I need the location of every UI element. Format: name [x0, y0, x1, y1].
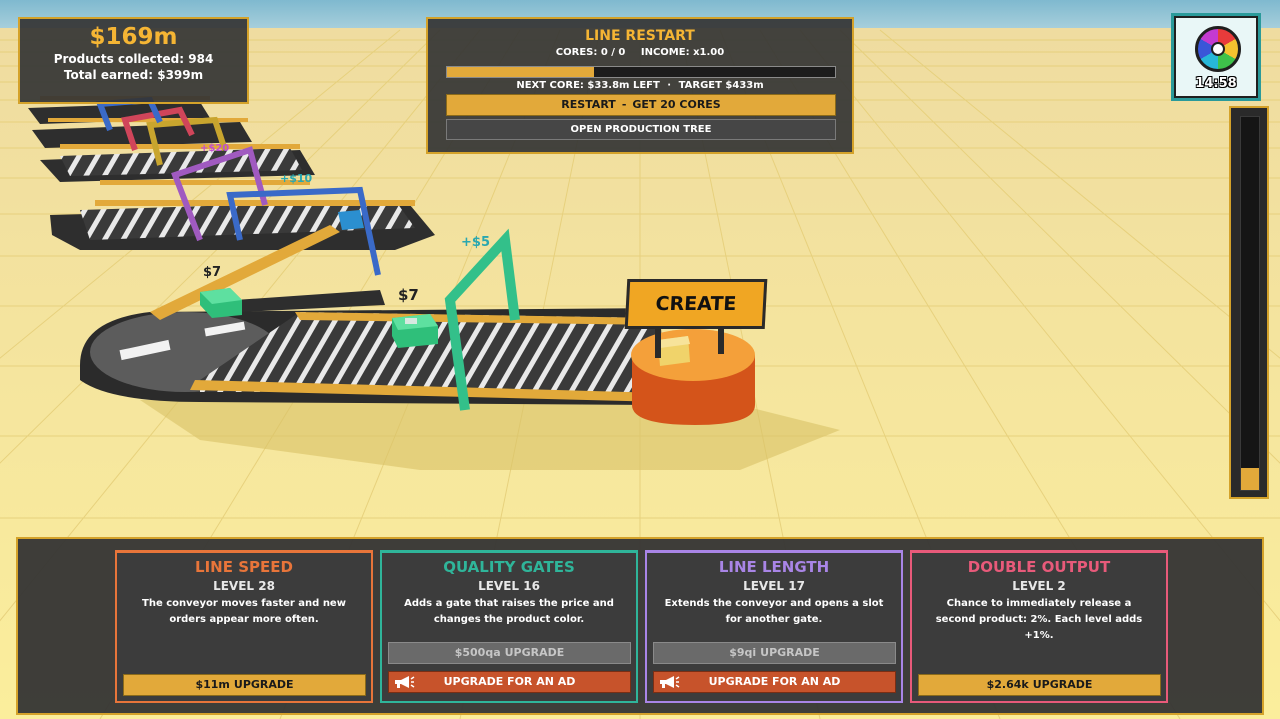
line-restart-panel: LINE RESTART CORES: 0 / 0 INCOME: x1.00 …	[426, 17, 854, 154]
upgrade-level: LEVEL 28	[213, 579, 275, 593]
upgrade-name: LINE SPEED	[195, 558, 293, 576]
restart-button-dash: -	[621, 98, 627, 111]
upgrade-price: $500qa	[454, 646, 501, 659]
upgrade-name: QUALITY GATES	[443, 558, 575, 576]
upgrade-description: Extends the conveyor and opens a slot fo…	[664, 598, 884, 625]
upgrade-price: $11m	[195, 678, 230, 691]
cores-count: CORES: 0 / 0	[555, 47, 626, 58]
next-core-info: NEXT CORE: $33.8m LEFT · TARGET $433m	[428, 80, 852, 91]
upgrade-card-line-speed: LINE SPEED LEVEL 28 The conveyor moves f…	[115, 550, 373, 703]
megaphone-icon	[395, 676, 415, 688]
upgrade-card-line-length: LINE LENGTH LEVEL 17 Extends the conveyo…	[645, 550, 903, 703]
income-multiplier: INCOME: x1.00	[640, 47, 725, 58]
price-label: +$20	[200, 143, 229, 154]
side-progress-bar	[1229, 106, 1269, 499]
restart-title: LINE RESTART	[585, 28, 695, 44]
products-collected: Products collected: 984	[53, 52, 214, 66]
upgrade-price: $2.64k	[986, 678, 1029, 691]
upgrade-label: UPGRADE	[233, 678, 294, 691]
upgrade-level: LEVEL 17	[743, 579, 805, 593]
wheel-hub	[1211, 42, 1225, 56]
side-progress-track	[1240, 116, 1260, 491]
upgrade-label: UPGRADE	[1032, 678, 1093, 691]
upgrade-card-double-output: DOUBLE OUTPUT LEVEL 2 Chance to immediat…	[910, 550, 1168, 703]
upgrade-level: LEVEL 2	[1012, 579, 1066, 593]
ad-button-label: UPGRADE FOR AN AD	[443, 675, 576, 688]
upgrade-description: Chance to immediately release a second p…	[935, 598, 1143, 641]
upgrade-level: LEVEL 16	[478, 579, 540, 593]
creator-base	[631, 326, 755, 425]
upgrade-label: UPGRADE	[760, 646, 820, 659]
color-wheel-icon	[1195, 26, 1241, 72]
quality-gates-ad-button[interactable]: UPGRADE FOR AN AD	[388, 671, 631, 693]
timer-badge[interactable]: 14:58	[1171, 13, 1261, 101]
upgrade-label: UPGRADE	[504, 646, 565, 659]
restart-progress-bar	[446, 66, 836, 78]
price-label: $7	[398, 286, 419, 304]
upgrade-price: $9qi	[729, 646, 757, 659]
upgrade-description: The conveyor moves faster and new orders…	[142, 598, 346, 625]
timer-text: 14:58	[1195, 76, 1237, 91]
target-text: TARGET $433m	[678, 80, 764, 91]
line-speed-upgrade-button[interactable]: $11m UPGRADE	[123, 674, 366, 696]
upgrade-card-quality-gates: QUALITY GATES LEVEL 16 Adds a gate that …	[380, 550, 638, 703]
next-core-text: NEXT CORE: $33.8m LEFT	[516, 80, 660, 91]
restart-button[interactable]: RESTART - GET 20 CORES	[446, 94, 836, 116]
create-sign[interactable]: CREATE	[624, 279, 768, 329]
info-separator: ·	[667, 80, 672, 91]
restart-button-label: RESTART	[561, 98, 616, 111]
stats-panel: $169m Products collected: 984 Total earn…	[18, 17, 249, 104]
total-earned: Total earned: $399m	[63, 68, 204, 82]
production-tree-button[interactable]: OPEN PRODUCTION TREE	[446, 119, 836, 140]
upgrade-name: DOUBLE OUTPUT	[967, 558, 1111, 576]
ad-button-label: UPGRADE FOR AN AD	[708, 675, 841, 688]
restart-progress-fill	[447, 67, 595, 77]
double-output-upgrade-button[interactable]: $2.64k UPGRADE	[918, 674, 1161, 696]
megaphone-icon	[660, 676, 680, 688]
money-display: $169m	[89, 24, 178, 50]
quality-gates-upgrade-button[interactable]: $500qa UPGRADE	[388, 642, 631, 664]
upgrade-name: LINE LENGTH	[718, 558, 830, 576]
price-label: +$5	[461, 235, 490, 250]
cores-info: CORES: 0 / 0 INCOME: x1.00	[428, 47, 852, 58]
upgrade-description: Adds a gate that raises the price and ch…	[404, 598, 614, 625]
line-length-ad-button[interactable]: UPGRADE FOR AN AD	[653, 671, 896, 693]
upgrades-panel: LINE SPEED LEVEL 28 The conveyor moves f…	[16, 537, 1264, 715]
line-length-upgrade-button[interactable]: $9qi UPGRADE	[653, 642, 896, 664]
price-label: +$10	[280, 172, 313, 185]
restart-button-reward: GET 20 CORES	[632, 98, 721, 111]
price-label: $7	[203, 265, 221, 280]
side-progress-fill	[1241, 467, 1259, 490]
